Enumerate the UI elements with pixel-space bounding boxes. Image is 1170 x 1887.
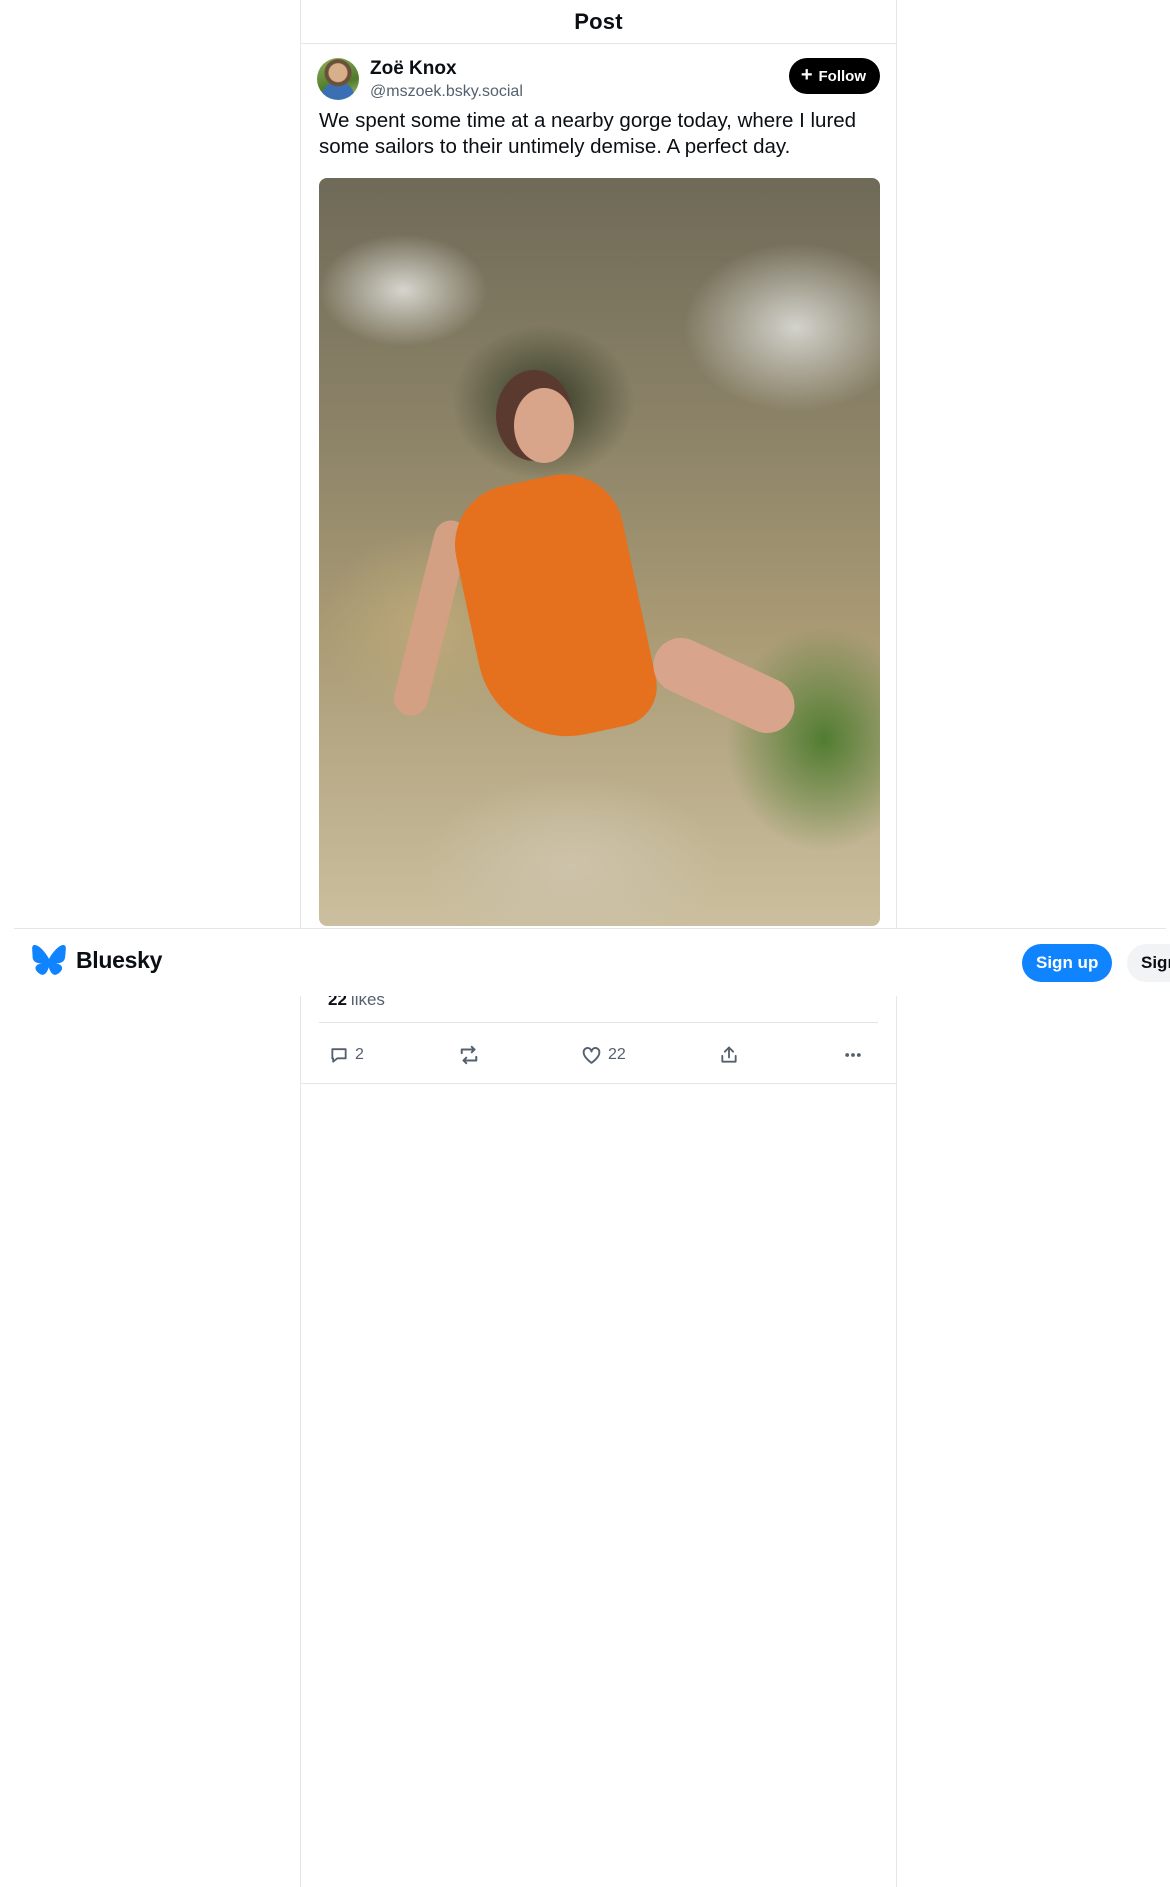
like-button[interactable]: 22 [581,1040,626,1070]
heart-icon [582,1047,601,1064]
repost-button[interactable] [457,1040,487,1070]
more-icon [845,1053,861,1057]
author-handle[interactable]: @mszoek.bsky.social [370,83,523,101]
like-count: 22 [608,1046,626,1063]
reply-button[interactable]: 2 [329,1040,364,1070]
follow-button-label: Follow [818,67,867,85]
screen-title: Post [574,8,623,34]
repost-icon [460,1045,478,1065]
follow-button[interactable]: + Follow [788,58,880,94]
sign-in-button[interactable]: Sign [1127,944,1170,982]
photo-leg [644,628,804,743]
avatar[interactable] [317,58,359,100]
post-actions: 2 22 [319,1040,878,1070]
share-icon [721,1046,737,1063]
bluesky-logo[interactable]: Bluesky [32,945,162,975]
divider [319,1022,878,1023]
post-text: We spent some time at a nearby gorge tod… [319,109,857,158]
photo-dress [443,463,665,753]
sign-up-button[interactable]: Sign up [1022,944,1113,982]
butterfly-icon [32,945,66,975]
reply-count: 2 [355,1046,364,1063]
post-author: Zoë Knox @mszoek.bsky.social + Follow [317,58,880,102]
screen-topbar: Post [301,0,896,44]
author-name[interactable]: Zoë Knox [370,58,457,80]
more-options-button[interactable] [843,1040,863,1070]
post-image[interactable] [319,178,880,926]
reply-icon [331,1048,347,1063]
share-button[interactable] [719,1040,739,1070]
photo-face [514,388,574,463]
post-divider [301,1083,896,1084]
brand-wordmark: Bluesky [76,946,163,973]
plus-icon: + [800,64,813,86]
app-header: Bluesky Sign up Sign [14,928,1170,996]
